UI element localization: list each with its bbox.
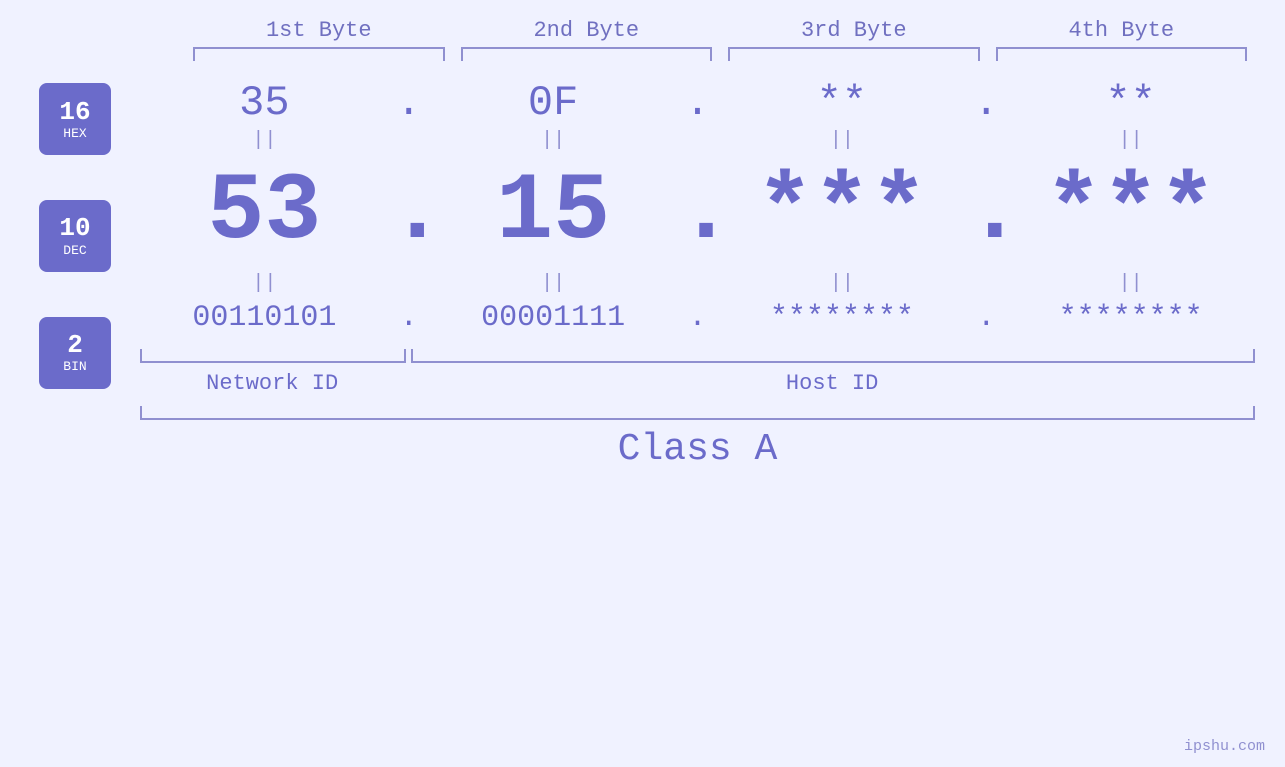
hex-val-2: 0F bbox=[429, 79, 678, 127]
dec-val-2: 15 bbox=[429, 165, 678, 260]
network-host-labels: Network ID Host ID bbox=[140, 371, 1255, 396]
hex-badge-number: 16 bbox=[59, 98, 90, 127]
dec-val-3: *** bbox=[718, 165, 967, 260]
bracket-network bbox=[140, 349, 406, 363]
data-section: 35 . 0F . ** . ** || || || || 53 bbox=[140, 71, 1285, 471]
bin-sep-1: . bbox=[389, 301, 429, 335]
bin-sep-2: . bbox=[678, 301, 718, 335]
dec-row: 53 . 15 . *** . *** bbox=[140, 154, 1255, 270]
network-host-brackets bbox=[140, 349, 1255, 365]
bracket-byte-2 bbox=[461, 47, 713, 61]
bin-val-4: ******** bbox=[1006, 301, 1255, 335]
hex-row: 35 . 0F . ** . ** bbox=[140, 71, 1255, 127]
bracket-byte-4 bbox=[996, 47, 1248, 61]
badges-column: 16 HEX 10 DEC 2 BIN bbox=[0, 71, 140, 471]
bin-badge-number: 2 bbox=[67, 331, 83, 360]
host-id-label: Host ID bbox=[409, 371, 1255, 396]
hex-val-1: 35 bbox=[140, 79, 389, 127]
page-container: 1st Byte 2nd Byte 3rd Byte 4th Byte 16 H… bbox=[0, 0, 1285, 767]
main-content: 16 HEX 10 DEC 2 BIN 35 . 0F . ** . ** bbox=[0, 71, 1285, 471]
byte-headers-row: 1st Byte 2nd Byte 3rd Byte 4th Byte bbox=[0, 0, 1285, 43]
eq2-3: || bbox=[718, 272, 967, 295]
watermark: ipshu.com bbox=[1184, 738, 1265, 755]
equals-row-1: || || || || bbox=[140, 127, 1255, 154]
bin-sep-3: . bbox=[966, 301, 1006, 335]
eq2-1: || bbox=[140, 272, 389, 295]
bracket-byte-1 bbox=[193, 47, 445, 61]
dec-val-4: *** bbox=[1006, 165, 1255, 260]
class-bracket-row bbox=[140, 406, 1255, 422]
network-id-label: Network ID bbox=[140, 371, 404, 396]
top-brackets bbox=[0, 47, 1285, 61]
dec-val-1: 53 bbox=[140, 165, 389, 260]
bin-val-2: 00001111 bbox=[429, 301, 678, 335]
hex-badge-label: HEX bbox=[63, 126, 86, 141]
eq2-4: || bbox=[1006, 272, 1255, 295]
eq1-2: || bbox=[429, 129, 678, 152]
hex-sep-3: . bbox=[966, 79, 1006, 127]
byte-header-1: 1st Byte bbox=[185, 18, 453, 43]
byte-header-3: 3rd Byte bbox=[720, 18, 988, 43]
bracket-class bbox=[140, 406, 1255, 420]
bin-badge: 2 BIN bbox=[39, 317, 111, 389]
bin-row: 00110101 . 00001111 . ******** . *******… bbox=[140, 297, 1255, 345]
eq1-4: || bbox=[1006, 129, 1255, 152]
dec-badge-number: 10 bbox=[59, 214, 90, 243]
eq2-2: || bbox=[429, 272, 678, 295]
equals-row-2: || || || || bbox=[140, 270, 1255, 297]
eq1-1: || bbox=[140, 129, 389, 152]
byte-header-4: 4th Byte bbox=[988, 18, 1256, 43]
hex-val-3: ** bbox=[718, 79, 967, 127]
dec-badge-label: DEC bbox=[63, 243, 86, 258]
bracket-host bbox=[411, 349, 1255, 363]
bin-badge-label: BIN bbox=[63, 359, 86, 374]
class-label: Class A bbox=[618, 428, 778, 471]
bin-val-1: 00110101 bbox=[140, 301, 389, 335]
dec-sep-1: . bbox=[389, 158, 429, 266]
hex-badge: 16 HEX bbox=[39, 83, 111, 155]
eq1-3: || bbox=[718, 129, 967, 152]
bin-val-3: ******** bbox=[718, 301, 967, 335]
dec-sep-3: . bbox=[966, 158, 1006, 266]
byte-header-2: 2nd Byte bbox=[453, 18, 721, 43]
bracket-byte-3 bbox=[728, 47, 980, 61]
dec-badge: 10 DEC bbox=[39, 200, 111, 272]
class-label-row: Class A bbox=[140, 428, 1255, 471]
hex-val-4: ** bbox=[1006, 79, 1255, 127]
hex-sep-2: . bbox=[678, 79, 718, 127]
hex-sep-1: . bbox=[389, 79, 429, 127]
dec-sep-2: . bbox=[678, 158, 718, 266]
